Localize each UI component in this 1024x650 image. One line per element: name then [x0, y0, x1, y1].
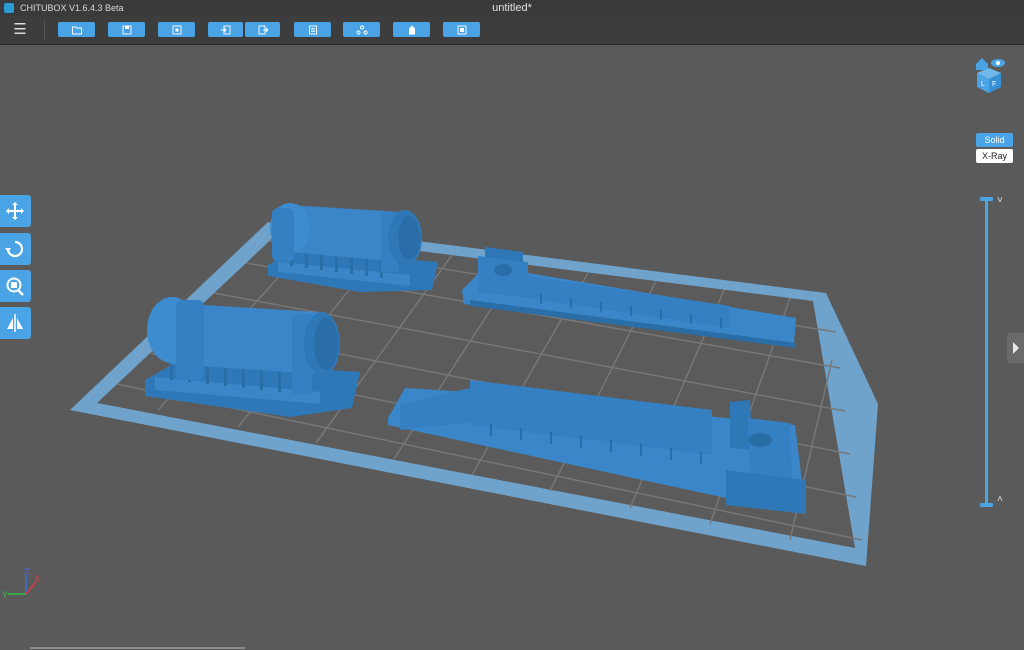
settings-icon [308, 25, 317, 34]
document-title: untitled* [492, 2, 532, 14]
solid-view-button[interactable]: Solid [976, 133, 1013, 147]
model-lower-tank[interactable] [145, 297, 360, 417]
move-tool-button[interactable] [0, 195, 31, 227]
status-strip [30, 647, 245, 649]
title-bar: CHITUBOX V1.6.4.3 Beta untitled* [0, 0, 1024, 16]
import-icon [220, 25, 230, 34]
import-button[interactable] [208, 22, 243, 37]
svg-text:F: F [992, 81, 996, 88]
svg-text:L: L [981, 81, 985, 88]
save-icon [122, 25, 131, 34]
axis-gizmo: Z Y X [2, 567, 40, 600]
scale-icon [6, 277, 24, 296]
supports-button[interactable] [343, 22, 380, 37]
export-button[interactable] [245, 22, 280, 37]
auto-layout-button[interactable] [158, 22, 195, 37]
axis-z-label: Z [24, 567, 30, 577]
axis-y-label: Y [2, 590, 8, 600]
axis-x-label: X [34, 574, 40, 584]
model-upper-tank[interactable] [268, 203, 438, 292]
layer-slider-top-handle[interactable] [980, 197, 993, 201]
layer-slider-bottom-handle[interactable] [980, 503, 993, 507]
home-view-icon [976, 58, 988, 70]
hamburger-menu-icon[interactable]: ☰ [10, 21, 30, 39]
xray-view-button[interactable]: X-Ray [976, 149, 1013, 163]
slice-button[interactable] [443, 22, 480, 37]
mirror-tool-button[interactable] [0, 307, 31, 339]
layer-slider-track[interactable] [985, 199, 988, 505]
export-icon [258, 25, 268, 34]
hollow-button[interactable] [393, 22, 430, 37]
slice-icon [457, 25, 466, 34]
scale-tool-button[interactable] [0, 270, 31, 302]
hollow-icon [408, 25, 415, 34]
open-file-button[interactable] [58, 22, 95, 37]
chevron-right-icon [1013, 342, 1019, 354]
3d-viewport[interactable]: Z Y X L F [0, 45, 1024, 650]
folder-icon [71, 26, 82, 34]
toolbar-divider [44, 20, 45, 40]
chevron-up-icon[interactable]: ˄ [997, 494, 1003, 505]
view-cube[interactable]: L F [976, 58, 1005, 93]
chevron-down-icon[interactable]: ˅ [997, 195, 1003, 206]
main-toolbar: ☰ [0, 16, 1024, 45]
build-plate-scene[interactable]: Z Y X L F [0, 45, 1024, 650]
mirror-icon [7, 314, 23, 332]
rotate-tool-button[interactable] [0, 233, 31, 265]
save-file-button[interactable] [108, 22, 145, 37]
layout-icon [172, 25, 181, 34]
move-icon [6, 202, 24, 220]
supports-icon [356, 25, 367, 34]
expand-panel-button[interactable] [1007, 333, 1024, 363]
rotate-icon [5, 240, 24, 258]
settings-button[interactable] [294, 22, 331, 37]
